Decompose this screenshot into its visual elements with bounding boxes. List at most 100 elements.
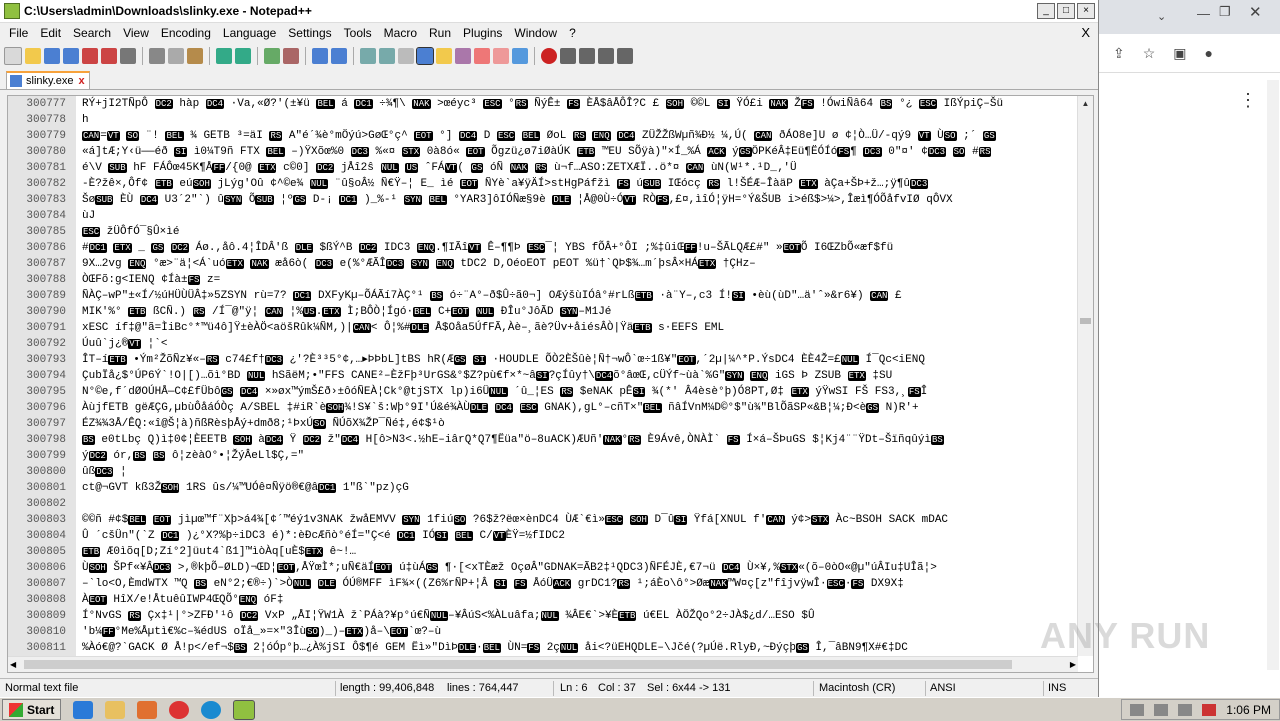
menu-search[interactable]: Search: [68, 26, 118, 40]
ie-icon[interactable]: [73, 700, 94, 719]
menu-encoding[interactable]: Encoding: [156, 26, 218, 40]
zoom-out-icon[interactable]: [331, 48, 347, 64]
menu-help[interactable]: ?: [564, 26, 583, 40]
edge-icon[interactable]: [201, 700, 222, 719]
editor-line[interactable]: 300786 #DC1 ETX _ GS DC2 Áø.,åô.4¦ÎDÂ'ß D…: [8, 240, 1078, 256]
close-document-icon[interactable]: X: [1081, 25, 1090, 40]
redo-icon[interactable]: [235, 48, 251, 64]
menu-window[interactable]: Window: [509, 26, 564, 40]
zoom-in-icon[interactable]: [312, 48, 328, 64]
bookmark-star-icon[interactable]: ☆: [1143, 45, 1156, 62]
editor-line[interactable]: 300794 ÇubÏå¿$°ÚP6Ý`!O|[)…õì°BD NUL hSãëM…: [8, 368, 1078, 384]
browser-restore-icon[interactable]: ❐: [1219, 4, 1231, 20]
editor-line[interactable]: 300796 ÀùjfETB gëÆÇG,µbùÔåáÓÒç A/SBEL ‡#i…: [8, 400, 1078, 416]
eye-icon[interactable]: [512, 48, 528, 64]
editor-line[interactable]: 300784 ùJ: [8, 208, 1078, 224]
vertical-scrollbar[interactable]: ▲: [1077, 96, 1093, 656]
editor-line[interactable]: 300781 é\V SUB hF FÁÔœ45K¶ÅFF/{0@ ETX c©0…: [8, 160, 1078, 176]
menu-plugins[interactable]: Plugins: [458, 26, 509, 40]
maximize-button[interactable]: □: [1057, 3, 1075, 19]
editor-line[interactable]: 300807 –`lo<O,ÈmdWTX ™Q BS eN°2;€®÷)`>ÒNU…: [8, 576, 1078, 592]
editor-line[interactable]: 300800 ûßDC3 ¦: [8, 464, 1078, 480]
record-macro-icon[interactable]: [541, 48, 557, 64]
notepadpp-taskbar-icon[interactable]: [233, 699, 256, 720]
editor-pane[interactable]: 300777 RÝ+jI2TÑpÔ DC2 hàp DC4 ·Va,«Ø?'(±¥…: [7, 95, 1094, 673]
editor-line[interactable]: 300810 'b¼FF°Me%Åµtì€%c–¾édUS oÏå_»=×"3Îù…: [8, 624, 1078, 640]
play-macro-icon[interactable]: [579, 48, 595, 64]
doc-map-icon[interactable]: [436, 48, 452, 64]
menu-view[interactable]: View: [118, 26, 156, 40]
menu-macro[interactable]: Macro: [379, 26, 424, 40]
folder-workspace-icon[interactable]: [474, 48, 490, 64]
scroll-left-icon[interactable]: ◀: [10, 657, 16, 672]
media-player-icon[interactable]: [137, 700, 158, 719]
vertical-scroll-thumb[interactable]: [1080, 318, 1091, 324]
close-all-icon[interactable]: [101, 48, 117, 64]
kebab-menu-icon[interactable]: ⋮: [1239, 90, 1257, 111]
menu-edit[interactable]: Edit: [35, 26, 68, 40]
editor-line[interactable]: 300787 9X…2vg ENQ °æ>¨ä¦<Á`uóETX NAK æå6ò…: [8, 256, 1078, 272]
chrome-icon[interactable]: [169, 700, 190, 719]
print-icon[interactable]: [120, 48, 136, 64]
editor-line[interactable]: 300799 ýDC2 ór,BS BS ô¦zèàO°•¦ŽýÂeLl$Ç,=": [8, 448, 1078, 464]
editor-line[interactable]: 300795 N°©e,f´dØOÚHÅ—C¢£fÜbôGS DC4 ×»øx™ý…: [8, 384, 1078, 400]
find-icon[interactable]: [264, 48, 280, 64]
editor-line[interactable]: 300801 ct@¬GVT kß3ŽSOH 1RS ûs/¼™UÓê¤Ñÿö®€…: [8, 480, 1078, 496]
chevron-down-icon[interactable]: ⌄: [1157, 10, 1166, 23]
editor-line[interactable]: 300783 ŠøSUB ÈÙ DC4 U3´2"`) ûSYN ÕSUB ¦ºG…: [8, 192, 1078, 208]
editor-line[interactable]: 300778 h: [8, 112, 1078, 128]
clock[interactable]: 1:06 PM: [1226, 703, 1271, 717]
editor-line[interactable]: 300803 ©©ñ #¢$BEL EOT jìµœ™f¨Xþ>á4¾[¢´™éý…: [8, 512, 1078, 528]
wrap-icon[interactable]: [379, 48, 395, 64]
horizontal-scroll-thumb[interactable]: [24, 660, 1012, 669]
tab-close-icon[interactable]: x: [78, 75, 84, 87]
network-icon[interactable]: [1154, 703, 1169, 716]
close-file-icon[interactable]: [82, 48, 98, 64]
close-button[interactable]: ×: [1077, 3, 1095, 19]
open-file-icon[interactable]: [25, 48, 41, 64]
show-all-chars-icon[interactable]: [398, 48, 414, 64]
minimize-button[interactable]: _: [1037, 3, 1055, 19]
volume-icon[interactable]: [1178, 703, 1193, 716]
editor-line[interactable]: 300788 ÒŒFõ:g<IENQ ¢Íà±FS z=: [8, 272, 1078, 288]
editor-line[interactable]: 300797 ÉZ¾¾3Å/ÊQ:«î@Š¦à)ñßRèsþÅý+dmð8;¹Þx…: [8, 416, 1078, 432]
editor-line[interactable]: 300785 ESC žÜÔfÓ¯§Û×ìé: [8, 224, 1078, 240]
browser-minimize-icon[interactable]: —: [1197, 6, 1210, 21]
editor-line[interactable]: 300805 ETB Æ0ìõq[D;Zí°2]üut4`ß1]™ìòÀq[uÈ$…: [8, 544, 1078, 560]
scroll-up-icon[interactable]: ▲: [1078, 96, 1093, 111]
editor-line[interactable]: 300782 -È?žê×,Ôf¢ ETB eúSOH jLýg'Oû ¢^©e¾…: [8, 176, 1078, 192]
profile-icon[interactable]: ●: [1205, 45, 1213, 61]
run-macro-multiple-icon[interactable]: [598, 48, 614, 64]
indent-guide-icon[interactable]: [416, 47, 434, 65]
save-all-icon[interactable]: [63, 48, 79, 64]
tab-slinky-exe[interactable]: slinky.exe x: [6, 71, 90, 89]
editor-line[interactable]: 300780 «á]tÆ;Y‹ü——éð SI ì0¼T9ñ FTX BEL –)…: [8, 144, 1078, 160]
editor-line[interactable]: 300791 xESC íf‡@"ã=ÌiBc°*™ü4ô]Ÿ±èÀÖ<aöšRû…: [8, 320, 1078, 336]
menu-tools[interactable]: Tools: [339, 26, 379, 40]
scroll-right-icon[interactable]: ▶: [1070, 657, 1076, 672]
tray-icon[interactable]: [1130, 703, 1145, 716]
editor-line[interactable]: 300798 BS e0tLbç Q)ì‡0¢¦ÈEETB SOH àDC4 Ÿ …: [8, 432, 1078, 448]
menu-run[interactable]: Run: [424, 26, 458, 40]
function-list-icon[interactable]: [455, 48, 471, 64]
save-icon[interactable]: [44, 48, 60, 64]
stop-macro-icon[interactable]: [560, 48, 576, 64]
editor-line[interactable]: 300777 RÝ+jI2TÑpÔ DC2 hàp DC4 ·Va,«Ø?'(±¥…: [8, 96, 1078, 112]
sync-scroll-icon[interactable]: [360, 48, 376, 64]
browser-close-icon[interactable]: ✕: [1249, 3, 1262, 21]
undo-icon[interactable]: [216, 48, 232, 64]
replace-icon[interactable]: [283, 48, 299, 64]
menu-file[interactable]: File: [4, 26, 35, 40]
start-button[interactable]: Start: [2, 699, 62, 720]
editor-line[interactable]: 300802: [8, 496, 1078, 512]
browser-scrollbar[interactable]: [1267, 80, 1279, 670]
editor-line[interactable]: 300793 ÎT–íETB •Ým²ŽõÑz¥«–RS c74£f†DC3 ¿'…: [8, 352, 1078, 368]
editor-line[interactable]: 300792 Úuû`j¿®VT ¦`<: [8, 336, 1078, 352]
editor-line[interactable]: 300804 Û ´cšÜn"(`Z DC1 )¿°X?%þ÷iDC3 é)*:è…: [8, 528, 1078, 544]
share-icon[interactable]: ⇪: [1113, 45, 1125, 62]
menu-settings[interactable]: Settings: [283, 26, 338, 40]
horizontal-scrollbar[interactable]: ◀ ▶: [8, 656, 1078, 672]
editor-line[interactable]: 300808 ÀEOT HîX/e!ÅtuêûIWP4ŒQÕ°ENQ óF‡: [8, 592, 1078, 608]
new-file-icon[interactable]: [4, 47, 22, 65]
menu-language[interactable]: Language: [218, 26, 283, 40]
